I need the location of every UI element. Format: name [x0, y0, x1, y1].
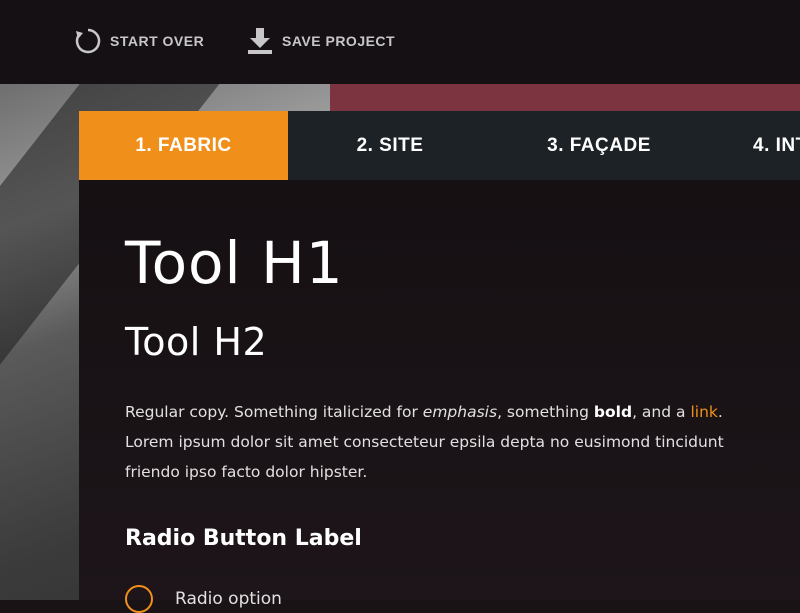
download-icon — [246, 27, 274, 55]
tab-interior[interactable]: 4. INT — [706, 111, 800, 180]
copy-bold: bold — [593, 403, 633, 421]
copy-text: , and a — [632, 403, 691, 421]
radio-group-label: Radio Button Label — [125, 526, 362, 551]
refresh-icon — [74, 27, 102, 55]
start-over-label: START OVER — [110, 33, 205, 49]
body-copy: Regular copy. Something italicized for e… — [125, 397, 745, 487]
radio-option-label: Radio option — [175, 589, 282, 609]
copy-lorem: Lorem ipsum dolor sit amet consecteteur … — [125, 433, 724, 481]
save-project-button[interactable]: SAVE PROJECT — [246, 26, 395, 56]
tab-site[interactable]: 2. SITE — [288, 111, 492, 180]
heading-h2: Tool H2 — [125, 320, 268, 364]
tab-fabric[interactable]: 1. FABRIC — [79, 111, 288, 180]
copy-emphasis: emphasis — [422, 403, 498, 421]
top-toolbar: START OVER SAVE PROJECT — [0, 0, 800, 84]
tab-label: 1. FABRIC — [135, 134, 232, 156]
tab-facade[interactable]: 3. FAÇADE — [492, 111, 706, 180]
tab-label: 3. FAÇADE — [547, 134, 651, 156]
start-over-button[interactable]: START OVER — [74, 26, 204, 56]
copy-text: Regular copy. Something italicized for — [125, 403, 423, 421]
copy-text: , something — [497, 403, 594, 421]
copy-text: . — [717, 403, 723, 421]
tab-label: 4. INT — [753, 134, 800, 156]
heading-h1: Tool H1 — [125, 229, 344, 297]
save-project-label: SAVE PROJECT — [282, 33, 396, 49]
radio-option-row[interactable]: Radio option — [125, 585, 282, 613]
radio-button[interactable] — [125, 585, 153, 613]
copy-link[interactable]: link — [690, 403, 717, 421]
step-tabs: 1. FABRIC 2. SITE 3. FAÇADE 4. INT — [79, 111, 800, 180]
tab-label: 2. SITE — [356, 134, 424, 156]
tool-panel: 1. FABRIC 2. SITE 3. FAÇADE 4. INT Tool … — [79, 111, 800, 613]
